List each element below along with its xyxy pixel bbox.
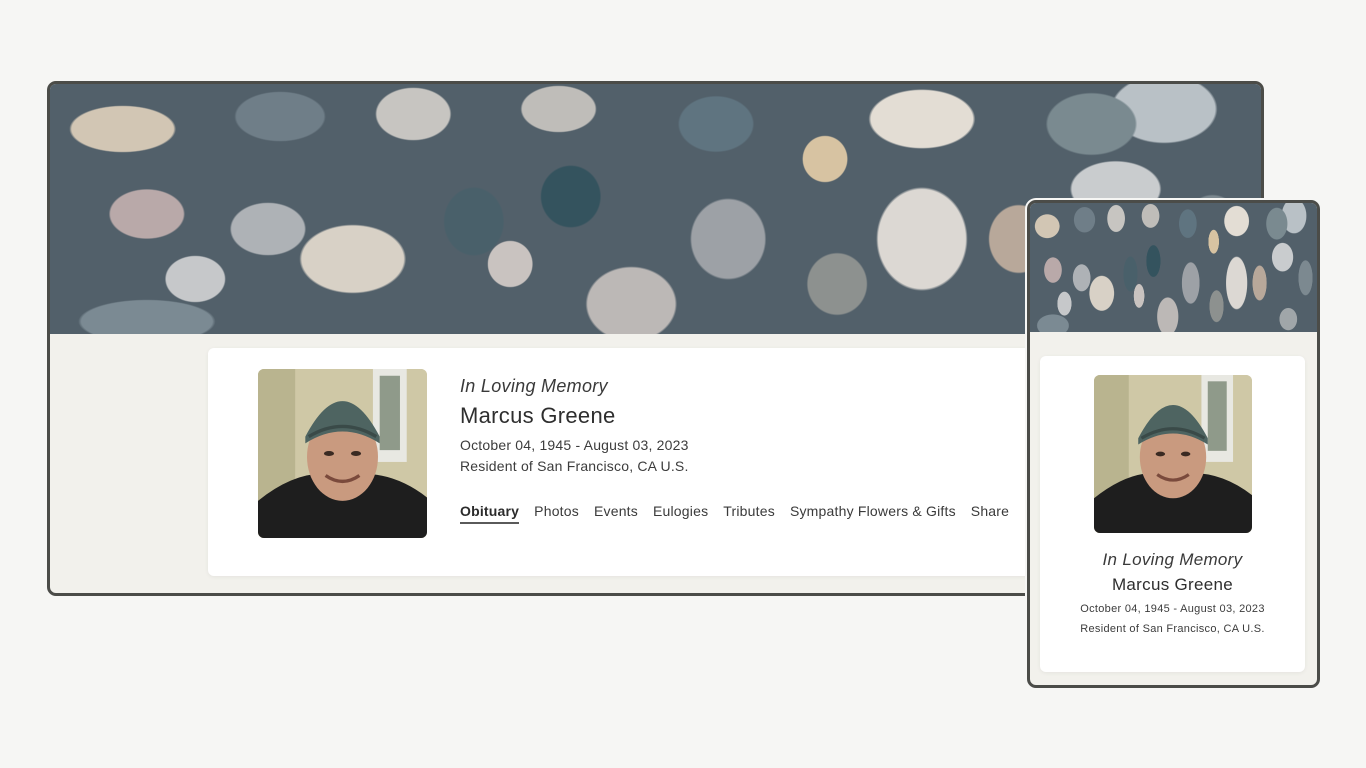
life-dates: October 04, 1945 - August 03, 2023 (1080, 603, 1265, 615)
deceased-name: Marcus Greene (1111, 575, 1234, 594)
memorial-card: In Loving Memory Marcus Greene October 0… (1040, 356, 1305, 672)
tab-photos[interactable]: Photos (534, 503, 579, 524)
memory-label: In Loving Memory (1102, 550, 1243, 569)
memorial-nav: Obituary Photos Events Eulogies Tributes… (460, 503, 1009, 524)
pebbles-background (1030, 203, 1317, 332)
tab-eulogies[interactable]: Eulogies (653, 503, 708, 524)
tab-obituary[interactable]: Obituary (460, 503, 520, 524)
tab-tributes[interactable]: Tributes (723, 503, 775, 524)
life-dates: October 04, 1945 - August 03, 2023 (460, 437, 689, 453)
portrait-photo (1094, 375, 1252, 533)
tab-sympathy-flowers-gifts[interactable]: Sympathy Flowers & Gifts (790, 503, 956, 524)
tab-events[interactable]: Events (594, 503, 638, 524)
memorial-card: In Loving Memory Marcus Greene October 0… (208, 348, 1088, 576)
mobile-preview-frame: In Loving Memory Marcus Greene October 0… (1027, 200, 1320, 688)
portrait-illustration (258, 369, 427, 538)
residence: Resident of San Francisco, CA U.S. (460, 458, 689, 474)
hero-pebbles-image (1030, 203, 1317, 332)
memory-label: In Loving Memory (460, 376, 608, 396)
tab-share[interactable]: Share (971, 503, 1009, 524)
residence: Resident of San Francisco, CA U.S. (1080, 623, 1265, 635)
portrait-photo (258, 369, 427, 538)
portrait-illustration (1094, 375, 1252, 533)
deceased-name: Marcus Greene (460, 403, 616, 428)
